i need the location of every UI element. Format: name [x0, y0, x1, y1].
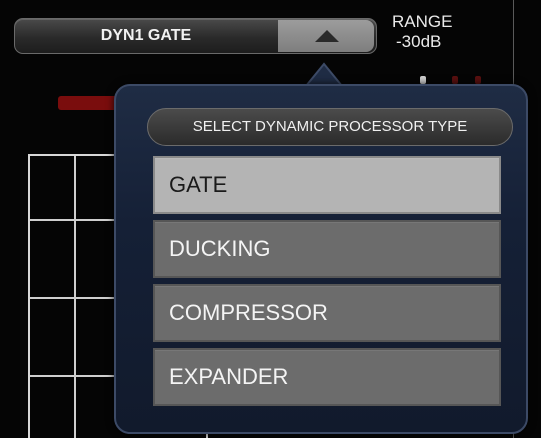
range-value: -30dB — [396, 32, 442, 51]
option-gate[interactable]: GATE — [153, 156, 501, 214]
option-ducking[interactable]: DUCKING — [153, 220, 501, 278]
selector-label: DYN1 GATE — [100, 27, 192, 44]
option-list: GATE DUCKING COMPRESSOR EXPANDER — [153, 156, 505, 412]
open-popup-button[interactable] — [278, 20, 374, 52]
triangle-up-icon — [315, 30, 339, 42]
option-expander[interactable]: EXPANDER — [153, 348, 501, 406]
meter-dot-red-2 — [475, 76, 481, 84]
popup-title: SELECT DYNAMIC PROCESSOR TYPE — [147, 108, 513, 146]
processor-type-popup: SELECT DYNAMIC PROCESSOR TYPE GATE DUCKI… — [114, 84, 528, 434]
meter-dot-red-1 — [452, 76, 458, 84]
meter-dot-white — [420, 76, 426, 84]
dynamics-processor-selector[interactable]: DYN1 GATE — [14, 18, 377, 54]
range-readout: RANGE -30dB — [392, 12, 472, 52]
dynamics-screen: DYN1 GATE RANGE -30dB SELECT DYNAMIC PRO… — [0, 0, 541, 438]
range-label: RANGE — [392, 12, 453, 31]
option-compressor[interactable]: COMPRESSOR — [153, 284, 501, 342]
